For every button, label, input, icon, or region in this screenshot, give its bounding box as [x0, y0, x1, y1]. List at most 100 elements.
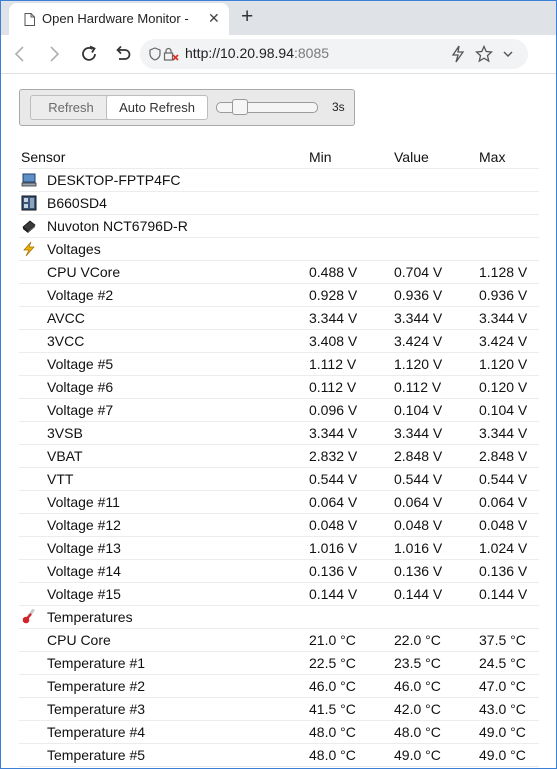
- sensor-name: VTT: [47, 471, 74, 487]
- sensor-name: AVCC: [47, 310, 85, 326]
- browser-tab[interactable]: Open Hardware Monitor - ✕: [9, 3, 229, 35]
- sensor-row[interactable]: Voltage #11 0.064 V 0.064 V 0.064 V: [19, 491, 539, 514]
- sensor-name: Voltage #11: [47, 494, 120, 510]
- sensor-max: 0.144 V: [479, 586, 528, 602]
- sensor-name: Temperature #4: [47, 724, 146, 740]
- sensor-min: 22.5 °C: [309, 655, 356, 671]
- tree-node-temperatures[interactable]: Temperatures: [19, 606, 539, 629]
- shield-icon[interactable]: [149, 47, 161, 61]
- sensor-row[interactable]: Temperature #5 48.0 °C 49.0 °C 49.0 °C: [19, 744, 539, 767]
- node-label: Voltages: [47, 241, 101, 257]
- sensor-name: CPU Core: [47, 632, 111, 648]
- sensor-name: Temperature #1: [47, 655, 146, 671]
- node-label: DESKTOP-FPTP4FC: [47, 172, 181, 188]
- sensor-value: 0.048 V: [394, 517, 443, 533]
- sensor-row[interactable]: VBAT 2.832 V 2.848 V 2.848 V: [19, 445, 539, 468]
- sensor-min: 3.408 V: [309, 333, 358, 349]
- sensor-value: 48.0 °C: [394, 724, 441, 740]
- star-icon[interactable]: [475, 45, 493, 63]
- sensor-value: 46.0 °C: [394, 678, 441, 694]
- sensor-row[interactable]: Voltage #14 0.136 V 0.136 V 0.136 V: [19, 560, 539, 583]
- sensor-max: 1.128 V: [479, 264, 528, 280]
- sensor-value: 0.112 V: [394, 379, 442, 395]
- sensor-row[interactable]: 3VCC 3.408 V 3.424 V 3.424 V: [19, 330, 539, 353]
- sensor-min: 3.344 V: [309, 310, 358, 326]
- sensor-row[interactable]: Voltage #7 0.096 V 0.104 V 0.104 V: [19, 399, 539, 422]
- sensor-name: VBAT: [47, 448, 83, 464]
- sensor-row[interactable]: Temperature #3 41.5 °C 42.0 °C 43.0 °C: [19, 698, 539, 721]
- sensor-min: 0.136 V: [309, 563, 358, 579]
- sensor-row[interactable]: Voltage #12 0.048 V 0.048 V 0.048 V: [19, 514, 539, 537]
- sensor-name: Voltage #6: [47, 379, 114, 395]
- sensor-name: CPU VCore: [47, 264, 121, 280]
- back-arrow-icon[interactable]: [10, 44, 30, 64]
- undo-icon[interactable]: [113, 44, 133, 64]
- sensor-row[interactable]: Temperature #1 22.5 °C 23.5 °C 24.5 °C: [19, 652, 539, 675]
- sensor-row[interactable]: Voltage #15 0.144 V 0.144 V 0.144 V: [19, 583, 539, 606]
- forward-arrow-icon[interactable]: [44, 44, 64, 64]
- sensor-value: 3.344 V: [394, 310, 443, 326]
- not-secure-icon[interactable]: [163, 47, 179, 61]
- sensor-name: Temperature #2: [47, 678, 146, 694]
- sensor-row[interactable]: 3VSB 3.344 V 3.344 V 3.344 V: [19, 422, 539, 445]
- sensor-max: 0.936 V: [479, 287, 528, 303]
- sensor-max: 0.120 V: [479, 379, 528, 395]
- sensor-value: 0.144 V: [394, 586, 443, 602]
- tree-node-computer[interactable]: DESKTOP-FPTP4FC: [19, 169, 539, 192]
- sensor-max: 0.544 V: [479, 471, 528, 487]
- sensor-value: 0.704 V: [394, 264, 443, 280]
- sensor-min: 3.344 V: [309, 425, 358, 441]
- sensor-value: 1.120 V: [394, 356, 443, 372]
- sensor-row[interactable]: CPU VCore 0.488 V 0.704 V 1.128 V: [19, 261, 539, 284]
- table-header: Sensor Min Value Max: [19, 146, 539, 169]
- sensor-min: 0.112 V: [309, 379, 357, 395]
- sensor-max: 47.0 °C: [479, 678, 526, 694]
- sensor-row[interactable]: Temperature #2 46.0 °C 46.0 °C 47.0 °C: [19, 675, 539, 698]
- sensor-row[interactable]: CPU Core 21.0 °C 22.0 °C 37.5 °C: [19, 629, 539, 652]
- url-port: :8085: [293, 45, 330, 61]
- sensor-row[interactable]: Voltage #5 1.112 V 1.120 V 1.120 V: [19, 353, 539, 376]
- sensor-value: 0.104 V: [394, 402, 443, 418]
- sensor-row[interactable]: AVCC 3.344 V 3.344 V 3.344 V: [19, 307, 539, 330]
- tree-node-voltages[interactable]: Voltages: [19, 238, 539, 261]
- sensor-value: 0.544 V: [394, 471, 443, 487]
- tab-close-icon[interactable]: ✕: [208, 10, 220, 27]
- sensor-value: 1.016 V: [394, 540, 443, 556]
- reload-icon[interactable]: [79, 44, 99, 64]
- sensor-min: 0.488 V: [309, 264, 358, 280]
- sensor-row[interactable]: VTT 0.544 V 0.544 V 0.544 V: [19, 468, 539, 491]
- sensor-max: 49.0 °C: [479, 747, 526, 763]
- sensor-name: Temperature #5: [47, 747, 146, 763]
- tree-node-chip[interactable]: Nuvoton NCT6796D-R: [19, 215, 539, 238]
- sensor-max: 2.848 V: [479, 448, 528, 464]
- sensor-max: 0.048 V: [479, 517, 528, 533]
- refresh-button[interactable]: Refresh: [30, 95, 112, 120]
- address-bar[interactable]: http://10.20.98.94:8085: [140, 39, 528, 69]
- chevron-down-icon[interactable]: [502, 45, 514, 63]
- sensor-row[interactable]: Voltage #13 1.016 V 1.016 V 1.024 V: [19, 537, 539, 560]
- sensor-value: 49.0 °C: [394, 747, 441, 763]
- sensor-row[interactable]: Voltage #6 0.112 V 0.112 V 0.120 V: [19, 376, 539, 399]
- node-label: Nuvoton NCT6796D-R: [47, 218, 188, 234]
- tree-node-mainboard[interactable]: B660SD4: [19, 192, 539, 215]
- sensor-name: 3VCC: [47, 333, 85, 349]
- sensor-table: Sensor Min Value Max DESKTOP-FPTP4FC B66…: [19, 146, 539, 767]
- sensor-name: Voltage #13: [47, 540, 121, 556]
- lightning-icon[interactable]: [450, 45, 466, 63]
- sensor-max: 0.104 V: [479, 402, 528, 418]
- sensor-min: 48.0 °C: [309, 724, 356, 740]
- page-icon: [24, 13, 35, 26]
- sensor-row[interactable]: Temperature #4 48.0 °C 48.0 °C 49.0 °C: [19, 721, 539, 744]
- sensor-min: 0.544 V: [309, 471, 358, 487]
- browser-window: Open Hardware Monitor - ✕ + http://10.20…: [0, 0, 557, 769]
- sensor-name: Temperature #3: [47, 701, 146, 717]
- auto-refresh-button[interactable]: Auto Refresh: [106, 95, 208, 120]
- sensor-value: 3.424 V: [394, 333, 443, 349]
- slider-handle[interactable]: [232, 99, 248, 115]
- column-header-sensor: Sensor: [21, 149, 66, 165]
- sensor-row[interactable]: Voltage #2 0.928 V 0.936 V 0.936 V: [19, 284, 539, 307]
- sensor-min: 2.832 V: [309, 448, 358, 464]
- new-tab-icon[interactable]: +: [241, 4, 253, 30]
- chip-icon: [22, 220, 36, 233]
- sensor-max: 43.0 °C: [479, 701, 526, 717]
